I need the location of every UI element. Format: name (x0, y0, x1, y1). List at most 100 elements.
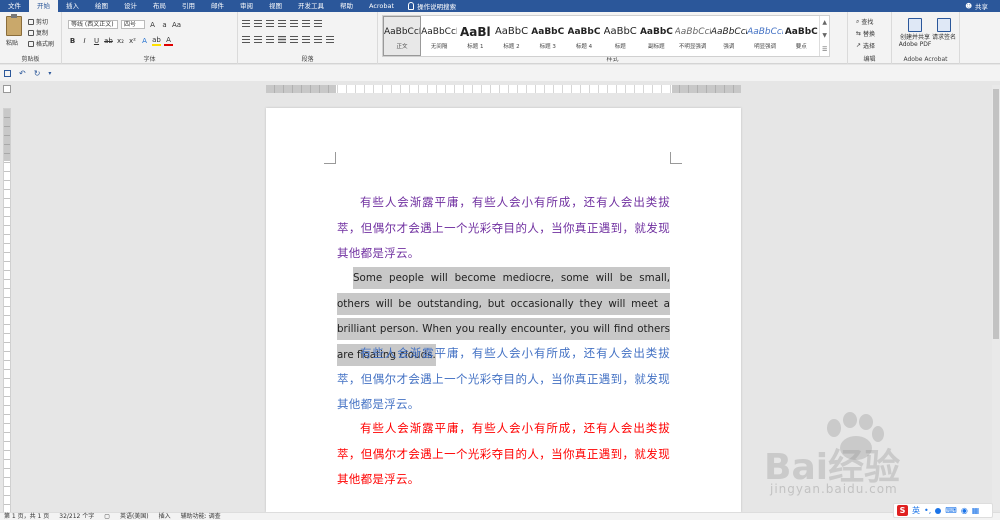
text-effects-button[interactable]: A (140, 37, 149, 45)
tab-file[interactable]: 文件 (0, 0, 29, 12)
ime-language[interactable]: 英 (912, 505, 920, 516)
document-page[interactable]: 有些人会渐露平庸，有些人会小有所成，还有人会出类拔萃，但偶尔才会遇上一个光彩夺目… (266, 108, 741, 512)
style-name: 强调 (723, 44, 735, 50)
increase-indent-icon[interactable] (290, 20, 298, 27)
undo-icon[interactable]: ↶ (19, 69, 26, 78)
paste-button[interactable]: 粘贴 (6, 38, 18, 47)
request-signature-button[interactable]: 请求签名 (932, 18, 956, 41)
style-no-spacing[interactable]: AaBbCcI 无间隔 (421, 16, 457, 56)
numbering-icon[interactable] (254, 20, 262, 27)
styles-scroll[interactable]: ▲ ▼ ☰ (819, 16, 829, 56)
underline-button[interactable]: U (92, 37, 101, 45)
paragraph-red[interactable]: 有些人会渐露平庸，有些人会小有所成，还有人会出类拔萃，但偶尔才会遇上一个光彩夺目… (337, 416, 670, 493)
paragraph-purple[interactable]: 有些人会渐露平庸，有些人会小有所成，还有人会出类拔萃，但偶尔才会遇上一个光彩夺目… (337, 190, 670, 267)
font-name-select[interactable]: 等线 (西文正文) (68, 20, 118, 29)
tab-home[interactable]: 开始 (29, 0, 58, 12)
select-button[interactable]: ↗ 选择 (856, 41, 875, 50)
style-intense-emphasis[interactable]: AaBbCcI 明显强调 (747, 16, 783, 56)
tab-developer[interactable]: 开发工具 (290, 0, 332, 12)
save-icon[interactable] (4, 69, 11, 77)
chevron-up-icon[interactable]: ▲ (822, 19, 827, 26)
watermark-brand: Bai经验 (764, 447, 901, 488)
grow-font-button[interactable]: A (148, 21, 157, 29)
tab-references[interactable]: 引用 (174, 0, 203, 12)
vertical-ruler[interactable] (3, 108, 11, 520)
multilevel-list-icon[interactable] (266, 20, 274, 27)
insert-mode[interactable]: 插入 (159, 513, 171, 520)
line-spacing-icon[interactable] (302, 36, 310, 43)
tab-acrobat[interactable]: Acrobat (361, 0, 402, 12)
bold-button[interactable]: B (68, 37, 77, 45)
find-button[interactable]: ⌕ 查找 (856, 17, 873, 27)
style-subtitle[interactable]: AaBbC 副标题 (638, 16, 674, 56)
sort-icon[interactable] (302, 20, 310, 27)
style-strong[interactable]: AaBbC 要点 (783, 16, 819, 56)
accessibility-status[interactable]: 辅助功能: 调查 (181, 513, 221, 520)
tab-view[interactable]: 视图 (261, 0, 290, 12)
customize-icon[interactable]: ▾ (48, 70, 51, 77)
tell-me-search[interactable]: 操作说明搜索 (408, 1, 456, 11)
style-emphasis[interactable]: AaBbCcI 强调 (711, 16, 747, 56)
subscript-button[interactable]: x₂ (116, 37, 125, 45)
italic-button[interactable]: I (80, 37, 89, 45)
format-painter-button[interactable]: 格式刷 (28, 39, 54, 48)
ime-toolbar[interactable]: S 英 •, ⌨ ◉ ▦ (893, 503, 993, 518)
align-center-icon[interactable] (254, 36, 262, 43)
paragraph-blue[interactable]: 有些人会渐露平庸，有些人会小有所成，还有人会出类拔萃，但偶尔才会遇上一个光彩夺目… (337, 341, 670, 418)
share-button[interactable]: ☻ 共享 (965, 1, 1000, 11)
style-normal[interactable]: AaBbCcI 正文 (383, 16, 421, 56)
copy-button[interactable]: 复制 (28, 28, 48, 37)
toolbox-icon[interactable]: ▦ (972, 506, 980, 515)
scrollbar-thumb[interactable] (993, 89, 999, 339)
redo-icon[interactable]: ↻ (34, 69, 41, 78)
style-heading-3[interactable]: AaBbC 标题 3 (530, 16, 566, 56)
tab-mailings[interactable]: 邮件 (203, 0, 232, 12)
tab-design[interactable]: 设计 (116, 0, 145, 12)
tab-help[interactable]: 帮助 (332, 0, 361, 12)
highlight-button[interactable]: ab (152, 36, 161, 46)
distributed-icon[interactable] (290, 36, 298, 43)
style-title[interactable]: AaBbC 标题 (602, 16, 638, 56)
decrease-indent-icon[interactable] (278, 20, 286, 27)
superscript-button[interactable]: x² (128, 37, 137, 45)
style-heading-2[interactable]: AaBbC 标题 2 (493, 16, 529, 56)
tab-selector[interactable] (3, 85, 11, 93)
tab-draw[interactable]: 绘图 (87, 0, 116, 12)
replace-button[interactable]: ⇆ 替换 (856, 29, 875, 38)
shrink-font-button[interactable]: a (160, 21, 169, 29)
style-preview: AaBbC (639, 27, 673, 37)
tab-review[interactable]: 审阅 (232, 0, 261, 12)
skin-icon[interactable]: ◉ (961, 506, 968, 515)
word-count[interactable]: 32/212 个字 (59, 513, 94, 520)
change-case-button[interactable]: Aa (172, 21, 181, 29)
keyboard-icon[interactable]: ⌨ (945, 506, 957, 515)
tab-layout[interactable]: 布局 (145, 0, 174, 12)
shading-icon[interactable] (314, 36, 322, 43)
align-right-icon[interactable] (266, 36, 274, 43)
font-color-button[interactable]: A (164, 36, 173, 46)
show-marks-icon[interactable] (314, 20, 322, 27)
horizontal-ruler[interactable] (266, 85, 741, 93)
tab-insert[interactable]: 插入 (58, 0, 87, 12)
sogou-icon[interactable]: S (897, 505, 908, 516)
create-pdf-button[interactable]: 创建并共享 Adobe PDF (898, 18, 932, 48)
bullets-icon[interactable] (242, 20, 250, 27)
page-count[interactable]: 第 1 页，共 1 页 (4, 513, 49, 520)
strikethrough-button[interactable]: ab (104, 37, 113, 45)
style-heading-1[interactable]: AaBl 标题 1 (457, 16, 493, 56)
more-icon[interactable]: ☰ (822, 46, 827, 53)
voice-icon[interactable] (935, 507, 942, 514)
punctuation-icon[interactable]: •, (924, 506, 931, 515)
proofing-icon[interactable]: ▢ (104, 513, 110, 520)
paste-icon[interactable] (6, 14, 22, 36)
style-heading-4[interactable]: AaBbC 标题 4 (566, 16, 602, 56)
vertical-scrollbar[interactable] (992, 85, 1000, 510)
style-subtle-emphasis[interactable]: AaBbCcI 不明显强调 (675, 16, 711, 56)
align-left-icon[interactable] (242, 36, 250, 43)
font-size-select[interactable]: 四号 (121, 20, 145, 29)
borders-icon[interactable] (326, 36, 334, 43)
justify-icon[interactable] (278, 36, 286, 43)
language[interactable]: 英语(美国) (120, 513, 149, 520)
chevron-down-icon[interactable]: ▼ (822, 32, 827, 39)
cut-button[interactable]: 剪切 (28, 17, 48, 26)
